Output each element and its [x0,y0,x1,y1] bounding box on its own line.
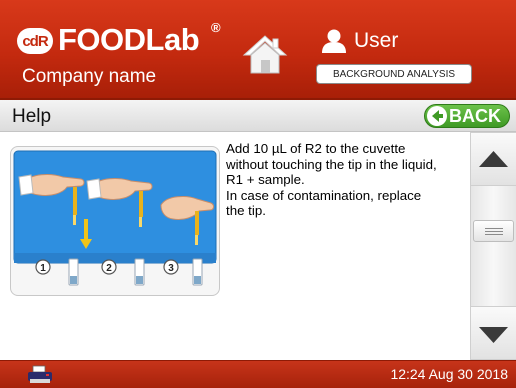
step-number: 2 [106,263,112,274]
user-label[interactable]: User [354,29,398,53]
home-icon [242,35,288,74]
help-instructions: Add 10 µL of R2 to the cuvette without t… [226,141,437,219]
scroll-up-icon [479,151,508,167]
vertical-scrollbar[interactable] [470,132,516,360]
page-title: Help [12,106,52,127]
company-name: Company name [22,66,157,87]
scroll-up-button[interactable] [471,132,516,186]
printer-icon[interactable] [26,365,54,385]
scroll-thumb[interactable] [473,220,514,242]
home-button[interactable] [242,33,288,75]
pipetting-steps-image: 1 2 3 [13,150,217,286]
screen: cdR FOODLab ® Company name User BACKGROU… [0,0,516,388]
back-button[interactable]: BACK [424,104,510,128]
logo-mark-text: cdR [22,32,48,50]
back-arrow-icon [427,106,447,126]
cdr-logo: cdR [17,28,53,54]
user-icon [322,29,346,53]
back-label: BACK [449,105,501,126]
background-analysis-button[interactable]: BACKGROUND ANALYSIS [316,64,472,84]
step-number: 3 [168,263,174,274]
pipette-illustration: 1 2 3 [10,146,220,296]
scroll-down-button[interactable] [471,306,516,360]
scroll-down-icon [479,327,508,343]
status-datetime: 12:24 Aug 30 2018 [390,366,508,382]
registered-mark: ® [211,20,221,35]
brand-name: FOODLab [58,22,200,57]
step-number: 1 [40,263,46,274]
thumb-grip-icon [485,228,503,237]
